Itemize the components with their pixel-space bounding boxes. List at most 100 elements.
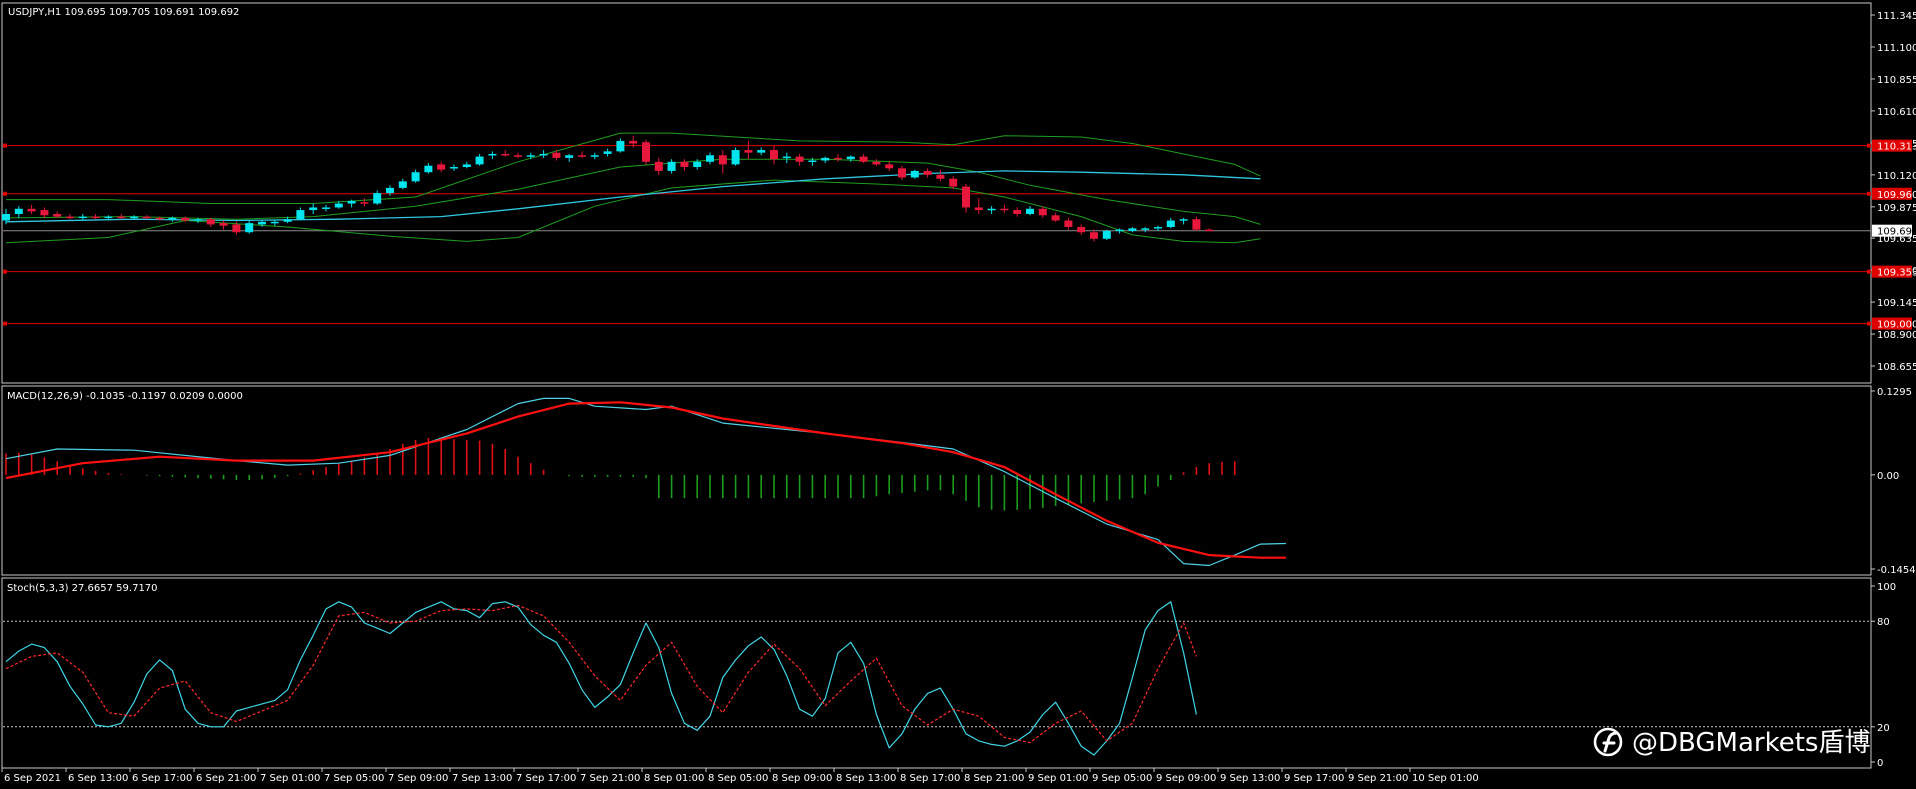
- candle-body: [181, 217, 190, 221]
- macd-tick-label: 0.00: [1877, 471, 1899, 482]
- candle-body: [808, 160, 817, 162]
- candle-body: [309, 207, 318, 211]
- time-tick-label: 9 Sep 01:00: [1028, 773, 1088, 784]
- watermark-text: @DBGMarkets盾博: [1632, 728, 1870, 758]
- candle-body: [91, 216, 100, 219]
- macd-tick-label: 0.1295: [1877, 387, 1912, 398]
- time-tick-label: 8 Sep 09:00: [772, 773, 832, 784]
- candle-body: [987, 208, 996, 211]
- candle-body: [488, 153, 497, 156]
- stoch-tick-label: 0: [1877, 758, 1883, 769]
- candle-body: [693, 161, 702, 168]
- candle-body: [219, 223, 228, 226]
- time-tick-label: 9 Sep 13:00: [1220, 773, 1280, 784]
- candle-body: [386, 187, 394, 194]
- candle-body: [373, 193, 382, 204]
- candle-body: [155, 217, 164, 220]
- candle-body: [590, 155, 599, 157]
- candle-body: [757, 150, 766, 153]
- candle-body: [142, 216, 151, 219]
- current-price-tag-label: 109.692: [1877, 227, 1916, 238]
- time-tick-label: 7 Sep 17:00: [516, 773, 576, 784]
- candle-body: [14, 208, 23, 214]
- macd-panel-label: MACD(12,26,9) -0.1035 -0.1197 0.0209 0.0…: [7, 391, 243, 402]
- candle-body: [974, 207, 983, 211]
- candle-body: [654, 161, 663, 171]
- candle-body: [1051, 215, 1060, 221]
- candle-body: [731, 150, 740, 165]
- candle-body: [578, 155, 586, 157]
- candle-body: [898, 168, 906, 178]
- stoch-tick-label: 20: [1877, 723, 1890, 734]
- level-anchor: [3, 191, 7, 196]
- candle-body: [1154, 227, 1162, 229]
- stoch-tick-label: 100: [1877, 582, 1896, 593]
- candle-body: [1179, 219, 1188, 221]
- candle-body: [1026, 208, 1034, 214]
- time-tick-label: 7 Sep 13:00: [452, 773, 512, 784]
- price-tick-label: 109.875: [1877, 203, 1916, 214]
- level-price-tag-label: 110.313: [1877, 142, 1916, 153]
- candle-body: [194, 219, 202, 221]
- candle-body: [27, 208, 36, 212]
- stoch-panel-label: Stoch(5,3,3) 27.6657 59.7170: [7, 583, 158, 594]
- level-anchor: [3, 321, 7, 326]
- candle-body: [565, 155, 574, 158]
- candle-body: [680, 161, 689, 168]
- candle-body: [501, 153, 510, 156]
- candle-body: [1115, 229, 1124, 232]
- candle-body: [1192, 219, 1201, 230]
- candle-body: [334, 203, 343, 208]
- candle-body: [770, 150, 778, 160]
- time-tick-label: 6 Sep 13:00: [68, 773, 128, 784]
- trading-chart: 111.345111.100110.855110.610110.365110.1…: [0, 0, 1916, 789]
- candle-body: [936, 174, 945, 179]
- price-tick-label: 111.100: [1877, 43, 1916, 54]
- time-tick-label: 8 Sep 21:00: [964, 773, 1024, 784]
- price-tick-label: 110.120: [1877, 171, 1916, 182]
- candle-body: [1128, 228, 1137, 231]
- time-tick-label: 8 Sep 13:00: [836, 773, 896, 784]
- candle-body: [603, 151, 612, 154]
- candle-body: [642, 142, 650, 162]
- time-tick-label: 9 Sep 21:00: [1348, 773, 1408, 784]
- time-tick-label: 9 Sep 05:00: [1092, 773, 1152, 784]
- candle-body: [667, 161, 676, 171]
- time-tick-label: 9 Sep 09:00: [1156, 773, 1216, 784]
- candle-body: [962, 186, 970, 208]
- candle-body: [130, 216, 138, 219]
- candle-body: [450, 167, 458, 169]
- level-price-tag-label: 109.960: [1877, 190, 1916, 201]
- candle-body: [245, 223, 254, 233]
- time-tick-label: 6 Sep 21:00: [196, 773, 256, 784]
- candle-body: [360, 202, 369, 204]
- price-tick-label: 108.655: [1877, 362, 1916, 373]
- price-tick-label: 109.145: [1877, 298, 1916, 309]
- candle-body: [296, 210, 305, 220]
- candle-body: [718, 155, 727, 165]
- candle-body: [910, 170, 919, 178]
- candle-body: [1090, 232, 1098, 239]
- candle-body: [462, 164, 471, 168]
- candle-body: [526, 155, 535, 157]
- candle-body: [40, 210, 49, 216]
- watermark: @DBGMarkets盾博: [1593, 727, 1870, 758]
- candle-body: [104, 216, 113, 219]
- candle-body: [206, 219, 215, 225]
- level-anchor: [1867, 269, 1871, 274]
- time-tick-label: 6 Sep 2021: [4, 773, 61, 784]
- price-tick-label: 111.345: [1877, 11, 1916, 22]
- candle-body: [846, 156, 855, 160]
- candle-body: [885, 164, 894, 169]
- candle-body: [795, 156, 804, 162]
- candle-body: [347, 200, 356, 204]
- candle-body: [437, 164, 446, 170]
- level-price-tag-label: 109.353: [1877, 268, 1916, 279]
- candle-body: [859, 156, 868, 162]
- candle-body: [117, 216, 126, 219]
- candle-body: [629, 140, 638, 144]
- candle-body: [539, 153, 548, 156]
- candle-body: [1077, 227, 1086, 233]
- candle-body: [1102, 230, 1111, 239]
- candle-body: [1166, 220, 1175, 228]
